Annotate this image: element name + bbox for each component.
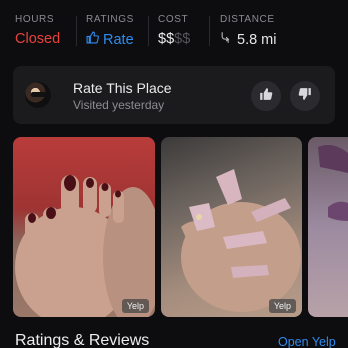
cost-inactive: $$ xyxy=(174,31,191,47)
open-yelp-link[interactable]: Open Yelp xyxy=(278,335,336,348)
thumbs-up-icon xyxy=(86,31,99,48)
hours-stat[interactable]: HOURS Closed xyxy=(15,14,60,47)
thumbs-up-button[interactable] xyxy=(251,81,281,111)
thumbs-up-icon xyxy=(259,87,273,106)
photo-fingernails[interactable]: Yelp xyxy=(161,137,302,317)
cost-label: COST xyxy=(158,14,189,25)
yelp-source-tag: Yelp xyxy=(121,299,149,313)
distance-stat[interactable]: DISTANCE 5.8 mi xyxy=(220,14,277,48)
divider xyxy=(76,16,77,46)
ratings-label: RATINGS xyxy=(86,14,134,25)
rate-this-place-card[interactable]: Rate This Place Visited yesterday xyxy=(13,66,335,124)
rate-card-title: Rate This Place xyxy=(73,80,172,96)
distance-label: DISTANCE xyxy=(220,14,275,25)
photo-toenails[interactable]: Yelp xyxy=(13,137,155,317)
thumbs-down-icon xyxy=(298,87,312,106)
yelp-source-tag: Yelp xyxy=(268,299,296,313)
hours-value: Closed xyxy=(15,31,61,47)
ratings-stat[interactable]: RATINGS Rate xyxy=(86,14,134,48)
divider xyxy=(209,16,210,46)
ratings-reviews-heading: Ratings & Reviews xyxy=(15,332,150,348)
directions-arrow-icon xyxy=(220,31,233,48)
divider xyxy=(148,16,149,46)
distance-value: 5.8 mi xyxy=(237,31,277,48)
rate-card-subtitle: Visited yesterday xyxy=(73,98,165,112)
cost-active: $$ xyxy=(158,31,175,47)
photo-purple-nails[interactable] xyxy=(308,137,348,317)
cost-stat: COST $$ $$ xyxy=(158,14,190,47)
hours-label: HOURS xyxy=(15,14,55,25)
ratings-value: Rate xyxy=(103,31,134,48)
thumbs-down-button[interactable] xyxy=(290,81,320,111)
place-stats-bar: HOURS Closed RATINGS Rate COST $$ $$ DIST… xyxy=(0,0,348,58)
avatar xyxy=(25,82,51,108)
